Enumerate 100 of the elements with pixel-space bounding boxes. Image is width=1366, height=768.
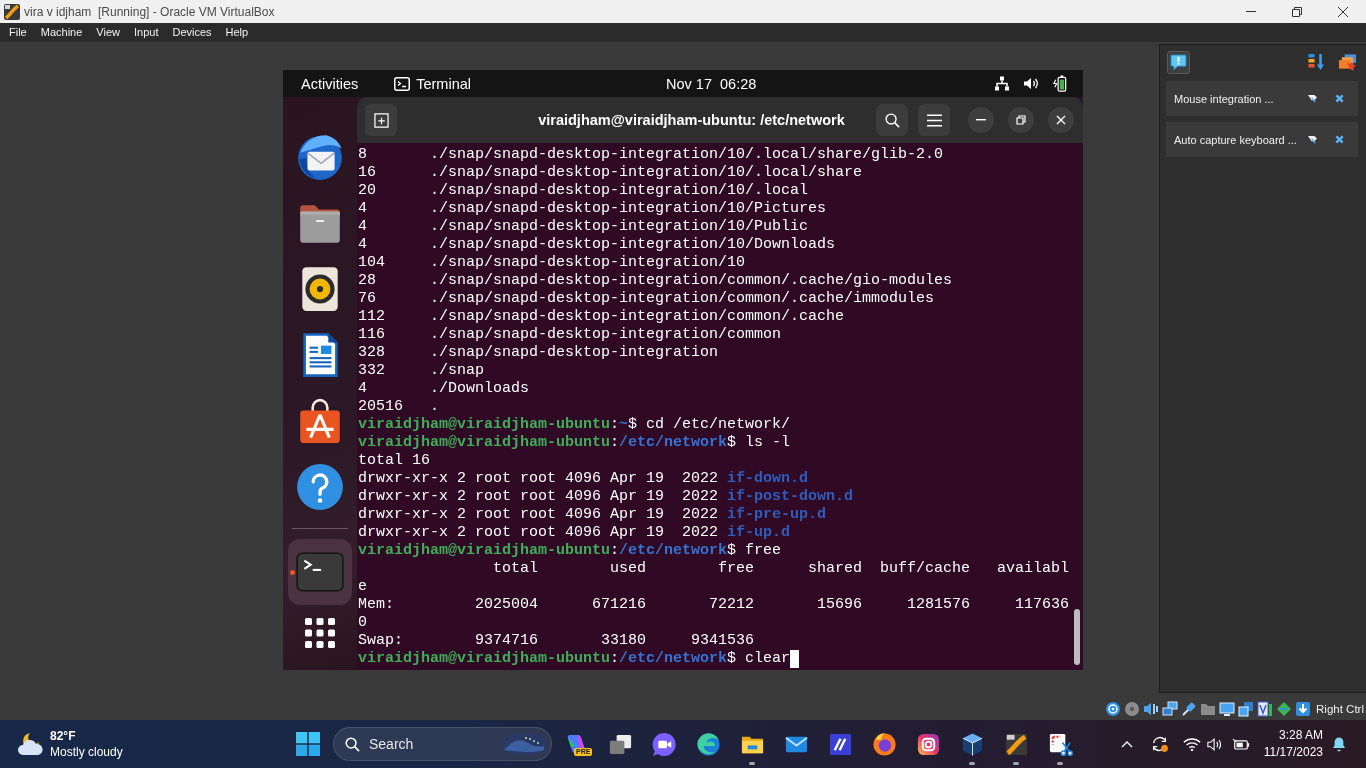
new-tab-icon	[373, 112, 389, 128]
swirl-icon[interactable]	[695, 731, 721, 757]
network-icon[interactable]	[1162, 701, 1179, 717]
wifi-icon[interactable]	[1182, 736, 1201, 752]
app-menu-button[interactable]: Terminal	[416, 75, 471, 92]
plug-icon[interactable]	[1181, 701, 1198, 717]
window-title: vira v idjham [Running] - Oracle VM VirtualBox	[24, 4, 275, 19]
menu-button[interactable]	[918, 104, 950, 136]
terminal-line: drwxr-xr-x 2 root root 4096 Apr 19 2022 if-post-down.d	[358, 488, 854, 506]
terminal-title: viraidjham@viraidjham-ubuntu: /etc/network	[537, 112, 846, 128]
minimize-icon	[976, 119, 986, 121]
terminal-line: drwxr-xr-x 2 root root 4096 Apr 19 2022 if-down.d	[358, 470, 809, 488]
camera-icon[interactable]	[915, 731, 941, 757]
notification-item[interactable]: Auto capture keyboard ...	[1166, 122, 1358, 157]
sort-icon[interactable]	[1307, 53, 1326, 71]
search-button[interactable]	[876, 104, 908, 136]
start-icon[interactable]	[296, 732, 320, 756]
slash-tile-icon[interactable]	[827, 731, 853, 757]
terminal-line: 76 ./snap/snapd-desktop-integration/common/.cache/immodules	[358, 290, 935, 308]
notification-toggle-button[interactable]	[1167, 50, 1190, 74]
video-chat-icon[interactable]	[651, 731, 677, 757]
terminal-line: 28 ./snap/snapd-desktop-integration/common/.cache/gio-modules	[358, 272, 953, 290]
restore-button[interactable]	[1008, 107, 1034, 133]
volume-icon[interactable]	[1206, 736, 1223, 752]
search-icon	[345, 736, 360, 752]
disk-icon[interactable]	[1105, 701, 1122, 717]
close-icon[interactable]	[1335, 94, 1344, 103]
terminal-line: 4 ./snap/snapd-desktop-integration/10/Public	[358, 218, 809, 236]
battery-icon[interactable]	[1052, 75, 1068, 92]
notification-text: Auto capture keyboard ...	[1174, 133, 1298, 146]
host-key-label: Right Ctrl	[1316, 703, 1364, 715]
swoosh-icon	[4, 3, 20, 20]
new-tab-button[interactable]	[365, 104, 397, 136]
search-icon	[884, 112, 900, 128]
close-icon	[1338, 6, 1348, 17]
menu-item[interactable]: View	[89, 23, 127, 42]
terminal-line: 16 ./snap/snapd-desktop-integration/10/.local/share	[358, 164, 863, 182]
download-icon[interactable]	[1295, 701, 1312, 717]
pin-icon[interactable]	[1307, 94, 1318, 103]
browser-icon[interactable]	[871, 731, 897, 757]
search-field[interactable]: Search	[333, 727, 552, 761]
restore-icon	[1016, 115, 1026, 125]
terminal-line: 4 ./snap/snapd-desktop-integration/10/Downloads	[358, 236, 836, 254]
monitor-icon[interactable]	[1219, 701, 1236, 717]
speaker-icon[interactable]	[1143, 701, 1160, 717]
terminal-line: 20516 .	[358, 398, 439, 416]
swoosh-icon[interactable]	[1003, 731, 1029, 757]
clock-time[interactable]: 3:28 AM	[1278, 727, 1323, 744]
terminal-line: 112 ./snap/snapd-desktop-integration/common/.cache	[358, 308, 845, 326]
windows-stack-icon[interactable]	[1338, 53, 1357, 71]
terminal-line: drwxr-xr-x 2 root root 4096 Apr 19 2022 if-pre-up.d	[358, 506, 827, 524]
squares-icon[interactable]	[1238, 701, 1255, 717]
close-icon	[1056, 115, 1066, 125]
terminal-line: total used free shared buff/cache availabl	[492, 560, 1070, 578]
close-icon[interactable]	[1335, 135, 1344, 144]
battery-icon[interactable]	[1231, 737, 1250, 751]
terminal-line: viraidjham@viraidjham-ubuntu:/etc/network$ ls -l	[358, 434, 791, 452]
close-button[interactable]	[1048, 107, 1074, 133]
app-grid-icon[interactable]	[304, 617, 336, 649]
help-icon[interactable]	[295, 462, 345, 512]
terminal-line: 332 ./snap	[358, 362, 485, 380]
activities-button[interactable]: Activities	[301, 75, 359, 92]
clock-date[interactable]: 11/17/2023	[1263, 744, 1323, 761]
minimize-button[interactable]	[968, 107, 994, 133]
menu-item[interactable]: Machine	[33, 23, 90, 42]
terminal-line: viraidjham@viraidjham-ubuntu:~$ cd /etc/network/	[358, 416, 791, 434]
terminal-line: 104 ./snap/snapd-desktop-integration/10	[358, 254, 746, 272]
volume-icon[interactable]	[1023, 75, 1039, 92]
terminal-line: viraidjham@viraidjham-ubuntu:/etc/network$ free	[358, 542, 782, 560]
weather-condition[interactable]: Mostly cloudy	[50, 744, 123, 760]
scrollbar[interactable]	[1074, 609, 1080, 665]
meter-icon[interactable]	[1257, 701, 1274, 717]
terminal-line: 328 ./snap/snapd-desktop-integration	[358, 344, 719, 362]
photo-placeholder	[500, 732, 548, 756]
diamond-icon[interactable]	[1276, 701, 1293, 717]
terminal-line: 4 ./snap/snapd-desktop-integration/10/Pictures	[358, 200, 827, 218]
clock-button[interactable]: Nov 17 06:28	[666, 75, 757, 92]
bell-icon[interactable]	[1332, 735, 1346, 753]
speech-bubble-icon	[1170, 53, 1187, 71]
terminal-line: 0	[358, 614, 367, 632]
chevron-up-icon[interactable]	[1120, 740, 1133, 748]
menu-item[interactable]: Help	[218, 23, 256, 42]
notification-item[interactable]: Mouse integration ...	[1166, 81, 1358, 116]
terminal-line: 8 ./snap/snapd-desktop-integration/10/.local/share/glib-2.0	[358, 146, 944, 164]
scissors-icon[interactable]	[1047, 731, 1073, 757]
network-icon[interactable]	[994, 75, 1010, 92]
terminal-line: drwxr-xr-x 2 root root 4096 Apr 19 2022 if-up.d	[358, 524, 791, 542]
menu-item[interactable]: Devices	[165, 23, 219, 42]
pin-icon[interactable]	[1307, 135, 1318, 144]
temperature-text[interactable]: 82°F	[50, 728, 123, 744]
disc-icon[interactable]	[1124, 701, 1141, 717]
terminal-line: e	[358, 578, 367, 596]
terminal-line: 20 ./snap/snapd-desktop-integration/10/.local	[358, 182, 809, 200]
notification-text: Mouse integration ...	[1174, 92, 1275, 105]
minimize-icon	[1246, 11, 1256, 12]
mail-icon[interactable]	[295, 132, 345, 182]
terminal-line: 116 ./snap/snapd-desktop-integration/common	[358, 326, 782, 344]
menu-item[interactable]: Input	[126, 23, 166, 42]
sync-icon[interactable]	[1150, 735, 1169, 753]
menu-item[interactable]: File	[2, 23, 34, 42]
